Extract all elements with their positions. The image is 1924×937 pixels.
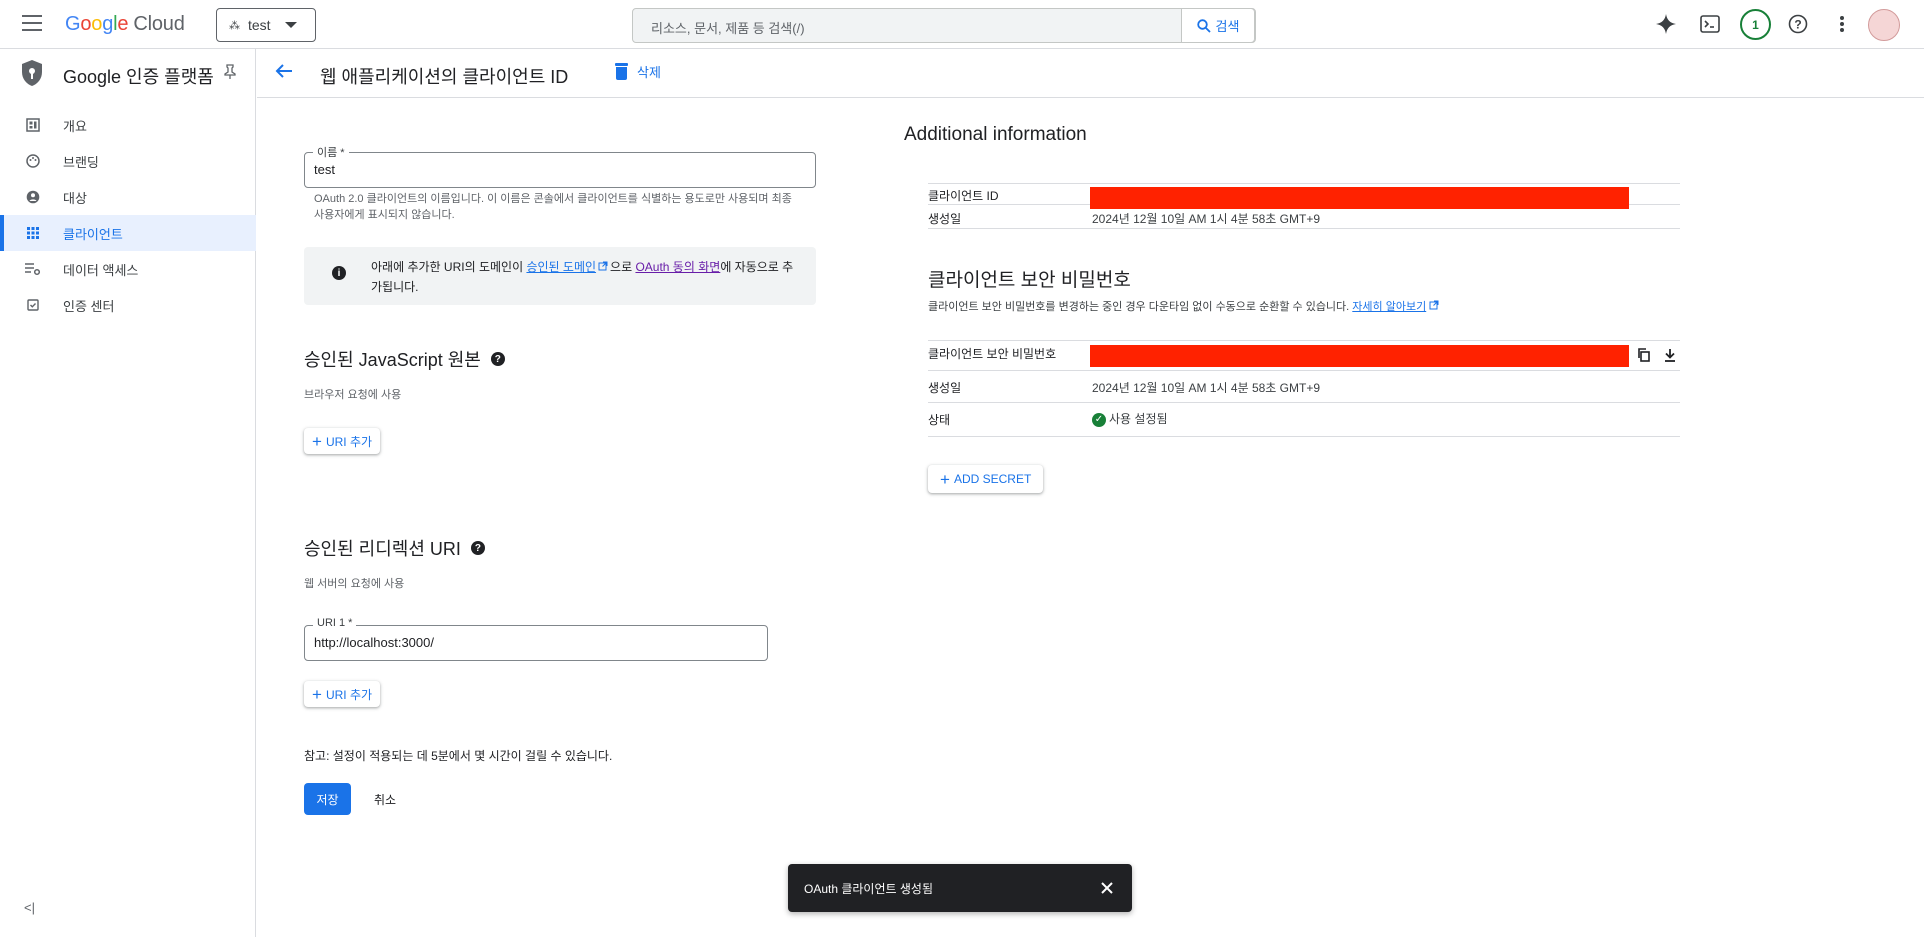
search-bar[interactable]: 리소스, 문서, 제품 등 검색(/) 검색	[632, 8, 1256, 43]
js-origins-subtitle: 브라우저 요청에 사용	[304, 389, 402, 401]
sidebar-nav: 개요 브랜딩 대상 클라이언트 데이터 액세스 인증 센터	[0, 107, 256, 323]
project-selector[interactable]: ⁂ test	[216, 8, 316, 42]
pin-icon[interactable]	[224, 64, 236, 83]
additional-info-title: Additional information	[904, 124, 1087, 145]
page-title: 웹 애플리케이션의 클라이언트 ID	[320, 67, 569, 87]
help-circle-icon[interactable]: ?	[490, 352, 505, 366]
info-box: i 아래에 추가한 URI의 도메인이 승인된 도메인 으로 OAuth 동의 화…	[304, 247, 816, 305]
back-arrow-icon[interactable]	[275, 62, 293, 85]
secret-created-value: 2024년 12월 10일 AM 1시 4분 58초 GMT+9	[1092, 381, 1321, 395]
close-icon[interactable]	[1100, 876, 1114, 901]
plus-icon: +	[940, 469, 950, 489]
project-name: test	[248, 17, 271, 33]
sidebar-item-overview[interactable]: 개요	[0, 107, 256, 143]
top-bar: Google Cloud ⁂ test 리소스, 문서, 제품 등 검색(/) 검…	[0, 0, 1924, 49]
sidebar-header: Google 인증 플랫폼	[0, 49, 256, 98]
search-button[interactable]: 검색	[1181, 8, 1255, 43]
delete-button[interactable]: 삭제	[615, 62, 661, 81]
secret-created-key: 생성일	[928, 381, 962, 395]
cloud-shell-icon[interactable]	[1698, 12, 1722, 36]
verified-box-icon	[25, 297, 41, 313]
collapse-sidebar-button[interactable]: <|	[24, 900, 35, 915]
person-icon	[25, 189, 41, 205]
cancel-button[interactable]: 취소	[368, 783, 402, 815]
check-circle-icon: ✓	[1092, 412, 1106, 427]
notification-badge[interactable]: 1	[1740, 9, 1771, 40]
secret-actions	[1637, 348, 1677, 365]
sidebar-item-verification-center[interactable]: 인증 센터	[0, 287, 256, 323]
name-hint: OAuth 2.0 클라이언트의 이름입니다. 이 이름은 콘솔에서 클라이언트…	[314, 193, 792, 221]
sidebar-title: Google 인증 플랫폼	[63, 67, 214, 87]
sidebar-item-clients[interactable]: 클라이언트	[0, 215, 256, 251]
search-icon	[1196, 18, 1211, 33]
external-link-icon	[1429, 300, 1439, 310]
add-redirect-uri-button[interactable]: + URI 추가	[304, 681, 381, 707]
add-js-origin-uri-button[interactable]: + URI 추가	[304, 428, 381, 454]
created-key: 생성일	[928, 212, 962, 226]
info-text: 아래에 추가한 URI의 도메인이 승인된 도메인 으로 OAuth 동의 화면에…	[371, 260, 794, 294]
sidebar: Google 인증 플랫폼 개요 브랜딩 대상 클라이언트 데이터 액세스 인증…	[0, 49, 256, 937]
svg-text:?: ?	[1794, 18, 1801, 32]
avatar[interactable]	[1868, 9, 1900, 41]
secret-created-row: 생성일 2024년 12월 10일 AM 1시 4분 58초 GMT+9	[928, 371, 1680, 403]
status-row: 상태 ✓ 사용 설정됨	[928, 403, 1680, 437]
google-cloud-logo[interactable]: Google Cloud	[65, 13, 185, 36]
secret-key: 클라이언트 보안 비밀번호	[928, 347, 1057, 361]
redirect-uris-subtitle: 웹 서버의 요청에 사용	[304, 578, 405, 590]
external-link-icon	[598, 261, 608, 271]
apps-grid-icon	[25, 225, 41, 241]
name-field-label: 이름 *	[313, 144, 349, 160]
gemini-spark-icon[interactable]	[1654, 12, 1678, 36]
save-button[interactable]: 저장	[304, 783, 351, 815]
learn-more-link[interactable]: 자세히 알아보기	[1352, 301, 1426, 313]
sidebar-item-data-access[interactable]: 데이터 액세스	[0, 251, 256, 287]
name-field-value[interactable]: test	[314, 162, 335, 177]
oauth-consent-screen-link[interactable]: OAuth 동의 화면	[635, 260, 720, 274]
settings-note: 참고: 설정이 적용되는 데 5분에서 몇 시간이 걸릴 수 있습니다.	[304, 749, 613, 763]
sidebar-item-audience[interactable]: 대상	[0, 179, 256, 215]
menu-icon[interactable]	[22, 15, 42, 33]
uri-1-field[interactable]: URI 1 * http://localhost:3000/	[304, 617, 768, 661]
dashboard-icon	[25, 117, 41, 133]
redirect-uris-heading: 승인된 리디렉션 URI ?	[304, 535, 485, 561]
client-secret-description: 클라이언트 보안 비밀번호를 변경하는 중인 경우 다운타임 없이 수동으로 순…	[928, 298, 1439, 314]
project-icon: ⁂	[229, 19, 240, 32]
search-placeholder[interactable]: 리소스, 문서, 제품 등 검색(/)	[651, 18, 805, 37]
name-field[interactable]: 이름 * test	[304, 144, 816, 188]
help-icon[interactable]: ?	[1786, 12, 1810, 36]
info-icon: i	[332, 266, 346, 280]
status-value: ✓ 사용 설정됨	[1092, 410, 1168, 427]
client-secret-title: 클라이언트 보안 비밀번호	[928, 270, 1131, 291]
authorized-domains-link[interactable]: 승인된 도메인	[526, 260, 596, 274]
client-id-key: 클라이언트 ID	[928, 189, 999, 203]
uri-1-value[interactable]: http://localhost:3000/	[314, 635, 434, 650]
plus-icon: +	[312, 684, 322, 704]
js-origins-heading: 승인된 JavaScript 원본 ?	[304, 346, 505, 372]
more-vert-icon[interactable]	[1830, 12, 1854, 36]
snackbar-message: OAuth 클라이언트 생성됨	[804, 881, 934, 896]
plus-icon: +	[312, 431, 322, 451]
trash-icon	[615, 63, 628, 80]
copy-icon[interactable]	[1637, 348, 1651, 365]
client-secret-redacted	[1090, 345, 1629, 367]
help-circle-icon[interactable]: ?	[470, 541, 485, 555]
shield-icon	[22, 60, 42, 86]
add-secret-button[interactable]: + ADD SECRET	[928, 465, 1044, 493]
sidebar-item-branding[interactable]: 브랜딩	[0, 143, 256, 179]
created-row: 생성일 2024년 12월 10일 AM 1시 4분 58초 GMT+9	[928, 205, 1680, 229]
download-icon[interactable]	[1663, 348, 1677, 365]
settings-list-icon	[25, 261, 41, 277]
palette-icon	[25, 153, 41, 169]
status-key: 상태	[928, 413, 951, 427]
snackbar: OAuth 클라이언트 생성됨	[788, 864, 1132, 912]
page-header: 웹 애플리케이션의 클라이언트 ID 삭제	[257, 49, 1924, 98]
uri-1-label: URI 1 *	[313, 617, 357, 629]
caret-down-icon	[284, 22, 297, 28]
created-value: 2024년 12월 10일 AM 1시 4분 58초 GMT+9	[1092, 212, 1321, 226]
